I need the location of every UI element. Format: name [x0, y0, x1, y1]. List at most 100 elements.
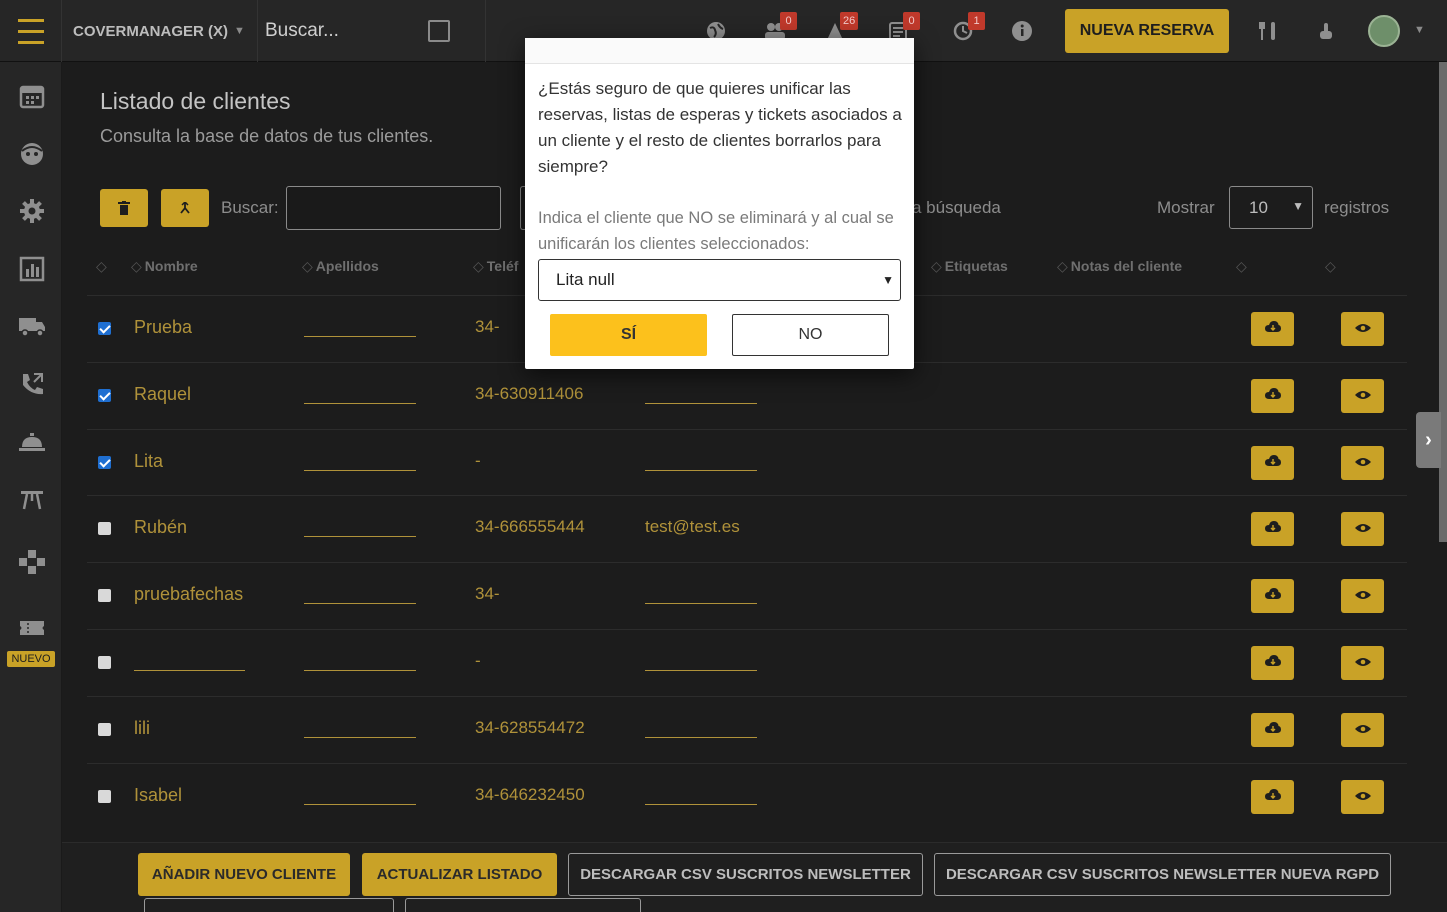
select-all-sort-header[interactable]: ◇ — [96, 258, 110, 275]
restaurant-name: COVERMANAGER (X) — [73, 22, 229, 40]
info-icon[interactable] — [1009, 18, 1035, 44]
more-actions-button-1[interactable] — [144, 898, 394, 912]
face-icon[interactable] — [18, 140, 46, 168]
dialog-hint: Indica el cliente que NO se eliminará y … — [538, 209, 894, 253]
side-panel-toggle[interactable]: › — [1416, 412, 1441, 468]
restaurant-selector[interactable]: COVERMANAGER (X) ▼ — [62, 0, 258, 62]
user-avatar[interactable] — [1368, 15, 1400, 47]
column-header-nombre[interactable]: ◇ Nombre — [131, 258, 198, 275]
column-header-download[interactable]: ◇ — [1236, 258, 1250, 275]
view-client-button[interactable] — [1341, 378, 1384, 413]
stats-icon[interactable] — [18, 255, 46, 283]
column-label: Teléf — [486, 258, 519, 274]
truck-icon[interactable] — [18, 312, 46, 340]
hamburger-menu-button[interactable] — [0, 0, 62, 62]
delete-selected-button[interactable] — [100, 189, 148, 227]
download-client-button[interactable] — [1251, 445, 1294, 480]
clock-notification-icon[interactable]: 1 — [950, 12, 985, 44]
advanced-search-label[interactable]: a búsqueda — [912, 198, 1001, 218]
page-size-value: 10 — [1249, 197, 1268, 217]
target-client-select[interactable]: Lita null ▼ — [538, 259, 901, 301]
table-row[interactable]: - — [87, 629, 1407, 696]
table-row[interactable]: pruebafechas 34- — [87, 562, 1407, 629]
row-checkbox[interactable] — [98, 522, 111, 536]
refresh-list-button[interactable]: ACTUALIZAR LISTADO — [362, 853, 557, 896]
client-phone: 34-630911406 — [475, 383, 584, 403]
download-client-button[interactable] — [1251, 312, 1294, 346]
row-checkbox[interactable] — [98, 455, 111, 469]
download-csv-newsletter-button[interactable]: DESCARGAR CSV SUSCRITOS NEWSLETTER — [568, 853, 923, 896]
cutlery-icon[interactable] — [1255, 18, 1281, 44]
client-name[interactable]: Raquel — [134, 384, 191, 405]
table-row[interactable]: Rubén 34-666555444 test@test.es — [87, 495, 1407, 562]
column-header-view[interactable]: ◇ — [1325, 258, 1339, 275]
gamepad-icon[interactable] — [18, 548, 46, 576]
merge-clients-button[interactable] — [161, 189, 209, 227]
empty-surname-placeholder — [304, 736, 416, 738]
chevron-down-icon[interactable]: ▼ — [1414, 24, 1425, 36]
top-search-input[interactable] — [265, 20, 420, 42]
row-checkbox[interactable] — [98, 722, 111, 736]
view-client-button[interactable] — [1341, 646, 1384, 680]
client-name[interactable]: Rubén — [134, 517, 187, 538]
view-client-button[interactable] — [1341, 512, 1384, 547]
download-client-button[interactable] — [1251, 646, 1294, 680]
new-reservation-button[interactable]: NUEVA RESERVA — [1065, 9, 1229, 53]
download-client-button[interactable] — [1251, 378, 1294, 413]
empty-name-placeholder[interactable] — [134, 670, 245, 671]
view-client-button[interactable] — [1341, 445, 1384, 480]
download-client-button[interactable] — [1251, 779, 1294, 814]
client-email: test@test.es — [645, 517, 740, 537]
client-name[interactable]: pruebafechas — [134, 584, 243, 605]
row-checkbox[interactable] — [98, 656, 111, 669]
trash-icon — [118, 201, 130, 215]
more-actions-button-2[interactable] — [405, 898, 641, 912]
sort-icon: ◇ — [302, 258, 313, 274]
download-csv-rgpd-button[interactable]: DESCARGAR CSV SUSCRITOS NEWSLETTER NUEVA… — [934, 853, 1391, 896]
chevron-down-icon: ▼ — [234, 25, 245, 37]
clients-search-input[interactable] — [286, 186, 501, 230]
table-icon[interactable] — [18, 486, 46, 514]
view-client-button[interactable] — [1341, 579, 1384, 614]
eye-icon — [1354, 587, 1371, 605]
column-header-etiquetas[interactable]: ◇ Etiquetas — [931, 258, 1008, 275]
column-header-telefono[interactable]: ◇ Teléf — [473, 258, 518, 275]
view-client-button[interactable] — [1341, 712, 1384, 747]
page-subtitle: Consulta la base de datos de tus cliente… — [100, 126, 434, 146]
confirm-yes-button[interactable]: SÍ — [550, 314, 707, 356]
empty-surname-placeholder — [304, 536, 416, 538]
phone-icon[interactable] — [18, 370, 46, 398]
page-size-select[interactable]: 10 ▼ — [1229, 186, 1313, 229]
table-row[interactable]: Lita - — [87, 428, 1407, 496]
confirm-no-button[interactable]: NO — [732, 314, 889, 356]
view-client-button[interactable] — [1341, 312, 1384, 346]
ticket-icon[interactable] — [18, 614, 46, 642]
cloche-icon[interactable] — [18, 428, 46, 456]
hamburger-icon — [17, 15, 44, 48]
touch-icon[interactable] — [1313, 18, 1339, 44]
top-search-checkbox[interactable] — [428, 20, 450, 42]
view-client-button[interactable] — [1341, 779, 1384, 814]
row-checkbox[interactable] — [98, 789, 111, 803]
add-client-button[interactable]: AÑADIR NUEVO CLIENTE — [138, 853, 350, 896]
empty-surname-placeholder — [304, 336, 416, 337]
calendar-icon[interactable] — [18, 82, 46, 110]
notification-badge: 1 — [968, 12, 985, 30]
row-checkbox[interactable] — [98, 589, 111, 603]
table-row[interactable]: lili 34-628554472 — [87, 695, 1407, 763]
download-client-button[interactable] — [1251, 712, 1294, 747]
client-name[interactable]: Prueba — [134, 317, 192, 338]
download-client-button[interactable] — [1251, 512, 1294, 547]
client-name[interactable]: lili — [134, 718, 150, 739]
settings-icon[interactable] — [18, 197, 46, 225]
client-name[interactable]: Lita — [134, 451, 163, 472]
row-checkbox[interactable] — [98, 322, 111, 335]
download-client-button[interactable] — [1251, 579, 1294, 614]
row-checkbox[interactable] — [98, 388, 111, 402]
column-header-notas[interactable]: ◇ Notas del cliente — [1057, 258, 1182, 275]
table-row[interactable]: Isabel 34-646232450 — [87, 762, 1407, 830]
page-scrollbar[interactable] — [1439, 62, 1447, 542]
client-name[interactable]: Isabel — [134, 785, 182, 806]
table-row[interactable]: Raquel 34-630911406 — [87, 361, 1407, 429]
column-header-apellidos[interactable]: ◇ Apellidos — [302, 258, 379, 275]
